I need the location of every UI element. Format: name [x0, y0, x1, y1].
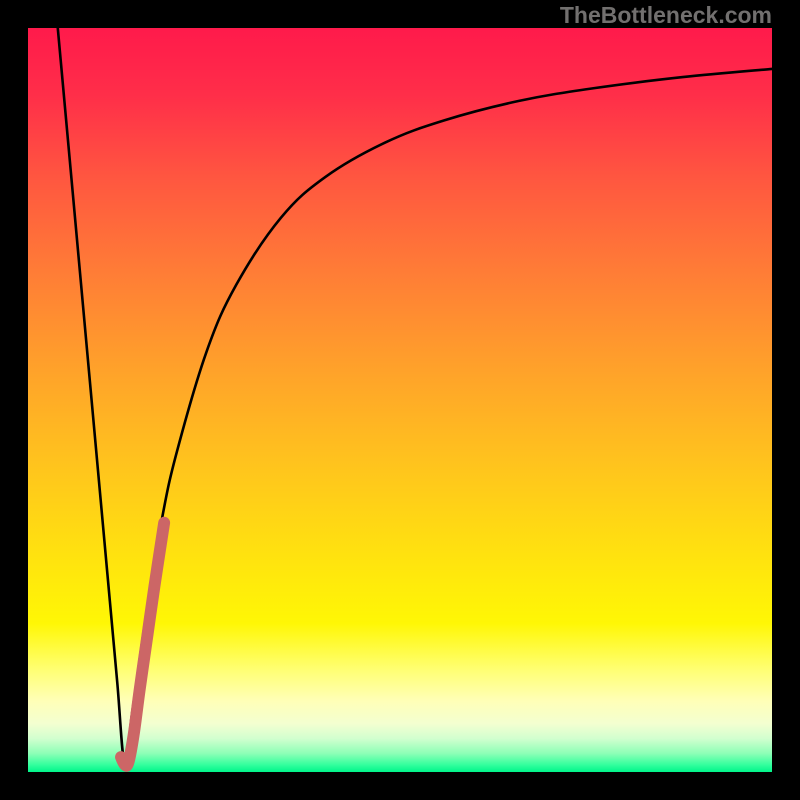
chart-frame: TheBottleneck.com	[0, 0, 800, 800]
watermark-text: TheBottleneck.com	[560, 2, 772, 29]
curves-layer	[28, 28, 772, 772]
highlight-segment	[121, 523, 164, 766]
bottleneck-curve	[58, 28, 772, 765]
plot-area	[28, 28, 772, 772]
